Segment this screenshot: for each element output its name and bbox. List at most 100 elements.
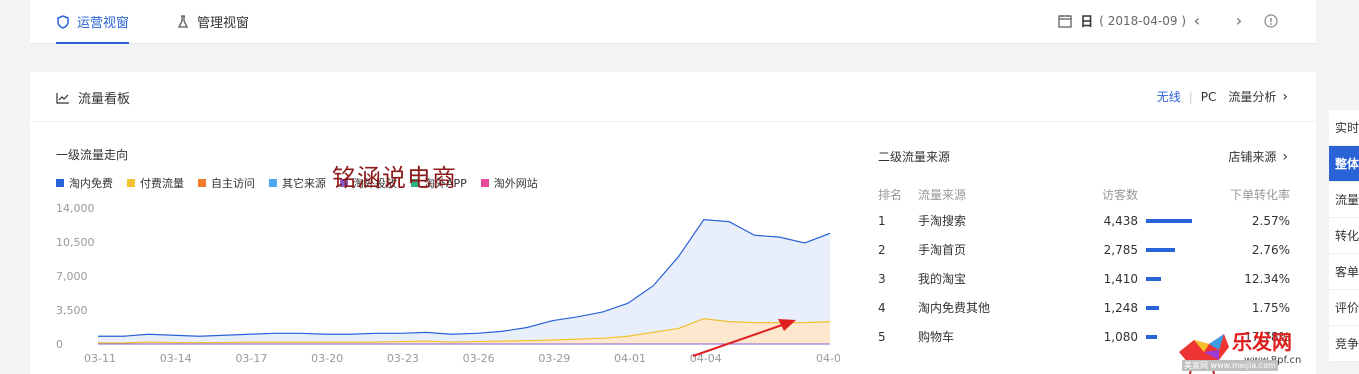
legend-swatch xyxy=(127,179,135,187)
source-cell: 手淘首页 xyxy=(918,243,967,257)
info-icon[interactable] xyxy=(1264,14,1278,28)
rank-cell: 4 xyxy=(878,300,886,315)
conversion-cell: 2.76% xyxy=(1251,242,1290,257)
chevron-left-icon[interactable]: ‹ xyxy=(1187,11,1207,31)
legend-item[interactable]: 付费流量 xyxy=(127,175,184,191)
source-cell: 手淘搜索 xyxy=(918,214,967,228)
y-tick-label: 14,000 xyxy=(56,202,95,215)
header-visitors[interactable]: 访客数 xyxy=(1068,186,1138,206)
chevron-right-icon[interactable]: › xyxy=(1229,11,1249,31)
rank-cell: 3 xyxy=(878,271,886,286)
calendar-icon xyxy=(1058,14,1072,28)
panel-title: 流量看板 xyxy=(56,88,130,107)
legend-item[interactable]: 其它来源 xyxy=(269,175,326,191)
visitors-bar xyxy=(1146,334,1158,339)
y-tick-label: 10,500 xyxy=(56,236,95,249)
legend-label: 淘外网站 xyxy=(493,177,538,190)
x-tick-label: 03-14 xyxy=(160,352,192,365)
visitors-bar xyxy=(1146,247,1175,252)
visitors-bar-cell xyxy=(1138,218,1198,223)
table-row[interactable]: 4 淘内免费其他 1,248 1.75% xyxy=(878,293,1290,322)
header-rank: 排名 xyxy=(878,188,903,202)
legend-item[interactable]: 自主访问 xyxy=(198,175,255,191)
visitors-cell: 1,248 xyxy=(1103,300,1138,315)
visitors-bar xyxy=(1146,305,1159,310)
conversion-cell: 12.34% xyxy=(1244,271,1290,286)
table-row[interactable]: 1 手淘搜索 4,438 2.57% xyxy=(878,206,1290,235)
visitors-bar-cell xyxy=(1138,305,1198,310)
source-cell: 我的淘宝 xyxy=(918,272,967,286)
table-row[interactable]: 3 我的淘宝 1,410 12.34% xyxy=(878,264,1290,293)
visitors-bar xyxy=(1146,218,1192,223)
traffic-analysis-link[interactable]: 流量分析 xyxy=(1228,88,1276,105)
panel-title-text: 流量看板 xyxy=(78,92,131,107)
x-tick-label: 03-29 xyxy=(538,352,570,365)
x-tick-label: 04-09 xyxy=(816,352,840,365)
segment-wireless[interactable]: 无线 xyxy=(1157,88,1181,105)
site-logo: 乐发网 www.8pf.cn 美家网 www.meijia.com xyxy=(1174,322,1359,374)
divider: | xyxy=(1188,89,1193,104)
side-menu-item[interactable]: 评价 xyxy=(1329,290,1359,326)
x-tick-label: 03-11 xyxy=(84,352,116,365)
tab-label: 管理视窗 xyxy=(197,16,250,31)
rank-cell: 5 xyxy=(878,329,886,344)
chart-legend: 淘内免费 付费流量 自主访问 其它来源 淘外投放 淘外APP 淘外网站 xyxy=(56,175,552,191)
header-source: 流量来源 xyxy=(918,188,967,202)
legend-label: 付费流量 xyxy=(140,177,184,190)
legend-label: 自主访问 xyxy=(211,177,255,190)
date-value: ( 2018-04-09 ) xyxy=(1099,13,1186,28)
conversion-cell: 1.75% xyxy=(1251,300,1290,315)
store-sources-label: 店铺来源 xyxy=(1228,150,1277,164)
traffic-trend-chart: 14,000 10,500 7,000 3,500 0 03-11 03-14 03-17 03… xyxy=(50,198,840,365)
conversion-cell: 2.57% xyxy=(1251,213,1290,228)
side-menu-item[interactable]: 流量 xyxy=(1329,182,1359,218)
legend-swatch xyxy=(269,179,277,187)
legend-item[interactable]: 淘内免费 xyxy=(56,175,113,191)
panel-controls: 无线 | PC 流量分析 › xyxy=(1157,88,1288,105)
tab-management-view[interactable]: 管理视窗 xyxy=(176,12,249,31)
legend-swatch xyxy=(56,179,64,187)
date-granularity: 日 xyxy=(1080,15,1094,30)
legend-label: 其它来源 xyxy=(282,177,326,190)
flask-icon xyxy=(177,14,189,28)
traffic-panel: 流量看板 无线 | PC 流量分析 › 一级流量走向 淘内免费 付费流量 自主访问 其… xyxy=(30,72,1316,374)
source-cell: 淘内免费其他 xyxy=(918,301,991,315)
visitors-cell: 1,410 xyxy=(1103,271,1138,286)
legend-item[interactable]: 淘外网站 xyxy=(480,175,538,191)
logo-small-text: 美家网 www.meijia.com xyxy=(1182,360,1278,371)
trend-title: 一级流量走向 xyxy=(56,148,129,162)
legend-swatch xyxy=(198,179,206,187)
chevron-right-icon[interactable]: › xyxy=(1282,89,1288,105)
panel-header: 流量看板 无线 | PC 流量分析 › xyxy=(30,72,1316,122)
segment-pc[interactable]: PC xyxy=(1201,90,1217,104)
x-tick-label: 04-01 xyxy=(614,352,646,365)
watermark-text: 铭涵说电商 xyxy=(332,164,457,192)
legend-label: 淘内免费 xyxy=(69,177,113,190)
visitors-bar xyxy=(1146,276,1161,281)
store-sources-link[interactable]: 店铺来源 › xyxy=(1228,148,1288,165)
visitors-bar-cell xyxy=(1138,276,1198,281)
tab-operations-view[interactable]: 运营视窗 xyxy=(56,12,130,44)
line-chart-icon xyxy=(56,92,69,104)
side-menu-item[interactable]: 转化 xyxy=(1329,218,1359,254)
y-tick-label: 3,500 xyxy=(56,304,88,317)
visitors-cell: 4,438 xyxy=(1103,213,1138,228)
visitors-bar-cell xyxy=(1138,247,1198,252)
rank-cell: 1 xyxy=(878,213,886,228)
x-tick-label: 03-17 xyxy=(235,352,267,365)
shield-icon xyxy=(57,14,69,29)
date-picker[interactable]: 日 ( 2018-04-09 ) xyxy=(1058,11,1186,30)
side-menu-item[interactable]: 客单 xyxy=(1329,254,1359,290)
header-conversion[interactable]: 下单转化率 xyxy=(1198,186,1290,206)
spacer xyxy=(50,198,690,230)
rank-cell: 2 xyxy=(878,242,886,257)
side-menu-item[interactable]: 整体 xyxy=(1329,146,1359,182)
visitors-cell: 1,080 xyxy=(1103,329,1138,344)
x-tick-label: 03-23 xyxy=(387,352,419,365)
table-row[interactable]: 2 手淘首页 2,785 2.76% xyxy=(878,235,1290,264)
tab-label: 运营视窗 xyxy=(77,16,130,31)
source-cell: 购物车 xyxy=(918,330,955,344)
side-menu-item[interactable]: 实时 xyxy=(1329,110,1359,146)
logo-text: 乐发网 xyxy=(1232,330,1292,354)
y-tick-label: 7,000 xyxy=(56,270,88,283)
